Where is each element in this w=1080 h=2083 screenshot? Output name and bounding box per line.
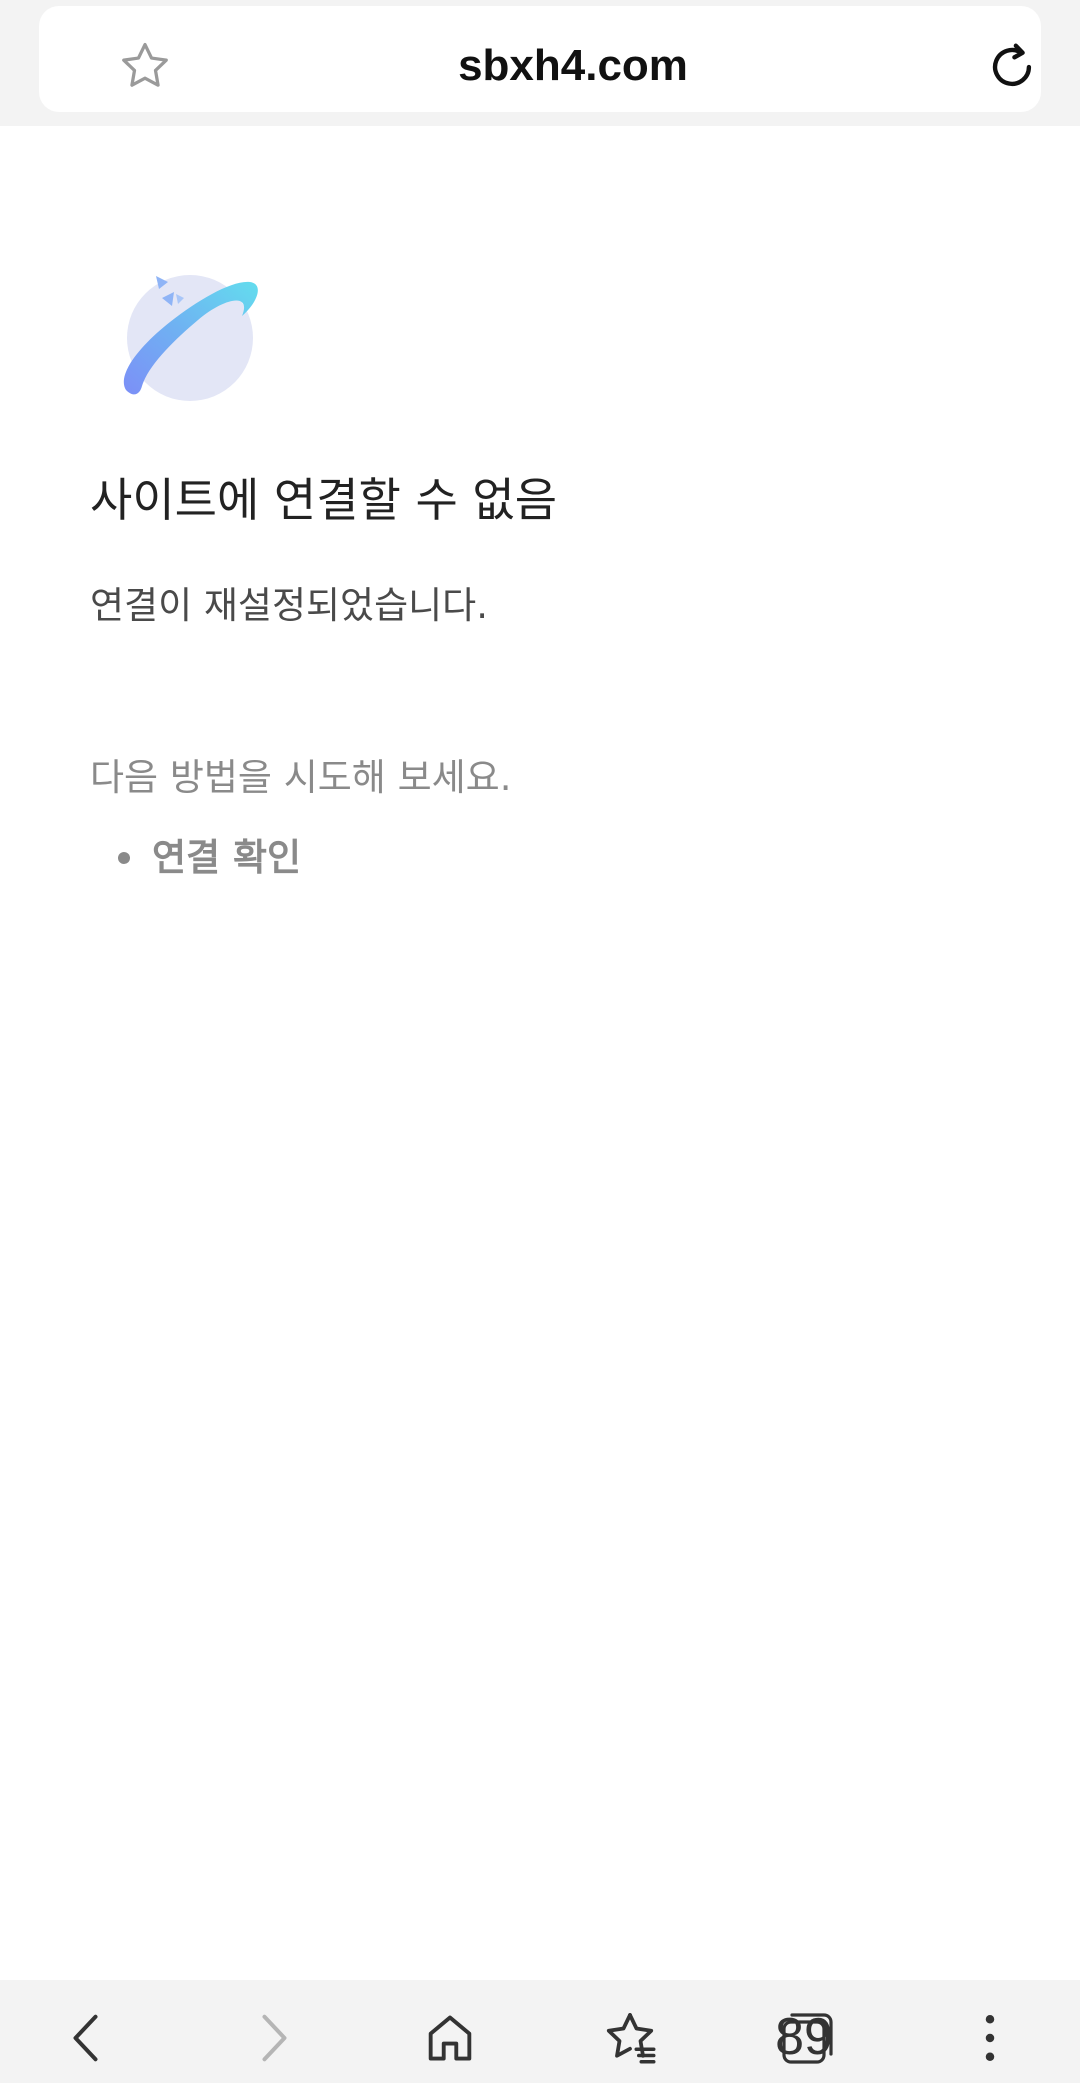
menu-button[interactable] [950, 1998, 1030, 2078]
bottom-toolbar: 89 [0, 1980, 1080, 2083]
bookmarks-button[interactable] [590, 1998, 670, 2078]
reload-button[interactable] [981, 36, 1043, 98]
top-address-bar: sbxh4.com [0, 0, 1080, 126]
forward-button[interactable] [232, 1998, 312, 2078]
error-title: 사이트에 연결할 수 없음 [90, 473, 558, 527]
more-vertical-icon [985, 2015, 995, 2061]
reload-icon [992, 43, 1032, 87]
chevron-right-icon [262, 2014, 287, 2062]
bullet-icon [118, 852, 130, 864]
home-button[interactable] [410, 1998, 490, 2078]
chevron-left-icon [73, 2014, 98, 2062]
star-list-icon [606, 2013, 656, 2064]
tabs-button[interactable]: 89 [768, 1998, 848, 2078]
url-pill[interactable]: sbxh4.com [39, 6, 1041, 112]
planet-icon [123, 275, 258, 401]
error-detail: 연결이 재설정되었습니다. [90, 584, 488, 627]
url-text[interactable]: sbxh4.com [239, 34, 907, 98]
tabs-count: 89 [776, 2008, 833, 2066]
suggestion-label: 연결 확인 [152, 836, 302, 879]
browser-page: sbxh4.com 사이트에 연결할 수 없음 연결이 재설정되었습니다. 다음… [0, 0, 1080, 2083]
star-outline-icon [122, 42, 168, 87]
suggestion-item: 연결 확인 [118, 832, 301, 884]
back-button[interactable] [48, 1998, 128, 2078]
bookmark-button[interactable] [115, 36, 175, 96]
tabs-icon: 89 [776, 2008, 833, 2066]
home-icon [428, 2015, 472, 2061]
suggestion-heading: 다음 방법을 시도해 보세요. [90, 756, 512, 799]
